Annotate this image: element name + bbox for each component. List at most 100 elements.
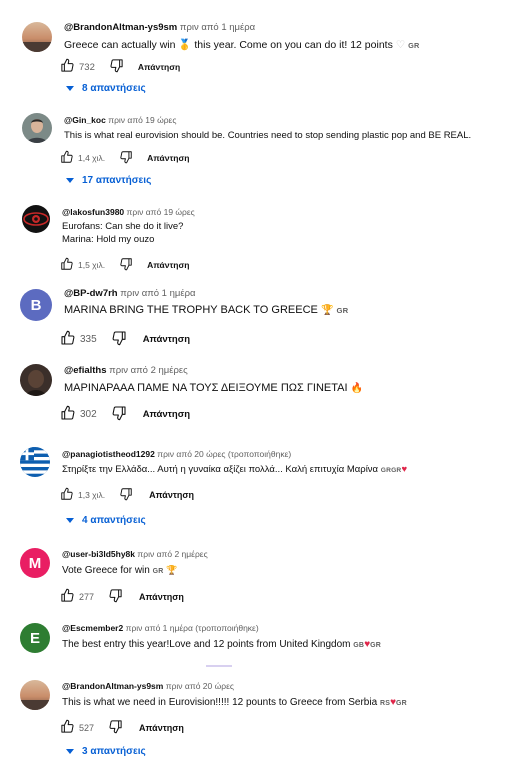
show-replies-button[interactable]: 8 απαντήσεις <box>66 83 146 94</box>
comment-time[interactable]: πριν από 20 ώρες <box>166 681 234 691</box>
reply-button[interactable]: Απάντηση <box>147 260 189 270</box>
comment-meta: @Gin_koc πριν από 19 ώρες <box>64 115 471 125</box>
dislike-icon[interactable] <box>109 58 124 76</box>
comment-meta: @BP-dw7rh πριν από 1 ημέρα <box>64 288 348 299</box>
comment-meta: @user-bi3ld5hy8k πριν από 2 ημέρες <box>62 549 208 559</box>
flag-gr: GR <box>370 642 382 650</box>
comment-text: Vote Greece for win GR 🏆 <box>62 565 178 577</box>
flag-gr: GRGR <box>380 467 402 475</box>
flag-rs: RS <box>379 700 391 708</box>
show-replies-button[interactable]: 4 απαντήσεις <box>66 515 146 526</box>
like-icon[interactable] <box>60 257 74 273</box>
show-replies-button[interactable]: 17 απαντήσεις <box>66 175 151 186</box>
dislike-icon[interactable] <box>119 257 133 273</box>
comment-actions: 277 Απάντηση <box>60 588 184 605</box>
comment-text: Eurofans: Can she do it live? Marina: Ho… <box>62 221 195 247</box>
comment-text: ΜΑΡΙΝΑΡΑΑΑ ΠΑΜΕ ΝΑ ΤΟΥΣ ΔΕΙΞΟΥΜΕ ΠΩΣ ΓΙΝ… <box>64 382 364 395</box>
like-icon[interactable] <box>60 150 74 166</box>
comment-text: The best entry this year!Love and 12 poi… <box>62 639 382 651</box>
comment-line: Eurofans: Can she do it live? <box>62 221 184 233</box>
like-icon[interactable] <box>60 405 76 424</box>
comment-time[interactable]: πριν από 2 ημέρες <box>109 365 188 376</box>
comment-meta: @BrandonAltman-ys9sm πριν από 20 ώρες <box>62 681 407 691</box>
comment-author[interactable]: @lakosfun3980 <box>62 207 124 217</box>
comment-time[interactable]: πριν από 1 ημέρα <box>180 22 255 33</box>
trophy-icon: 🏆 <box>320 305 334 317</box>
dark-photo-avatar[interactable] <box>20 364 52 396</box>
heart-icon: ♥ <box>401 464 408 476</box>
comment-text: This is what real eurovision should be. … <box>64 130 472 142</box>
reply-button[interactable]: Απάντηση <box>143 409 190 420</box>
dislike-icon[interactable] <box>108 719 123 736</box>
dislike-icon[interactable] <box>119 487 133 503</box>
dislike-icon[interactable] <box>111 330 127 349</box>
reply-button[interactable]: Απάντηση <box>147 153 189 163</box>
like-icon[interactable] <box>60 719 75 736</box>
flag-gr: GR <box>408 41 420 51</box>
comment-author[interactable]: @BrandonAltman-ys9sm <box>62 681 163 691</box>
comment-time[interactable]: πριν από 19 ώρες <box>127 207 195 217</box>
comment-time[interactable]: πριν από 20 ώρες (τροποποιήθηκε) <box>157 449 291 459</box>
greek-flag-avatar[interactable] <box>20 447 50 477</box>
chevron-down-icon <box>66 518 74 523</box>
comment-actions: 1,3 χιλ. Απάντηση <box>60 487 194 503</box>
like-count: 277 <box>79 591 95 602</box>
reply-button[interactable]: Απάντηση <box>138 62 180 72</box>
like-icon[interactable] <box>60 588 75 605</box>
trophy-icon: 🏆 <box>166 565 178 576</box>
comment-author[interactable]: @user-bi3ld5hy8k <box>62 549 135 559</box>
comment-author[interactable]: @efialths <box>64 365 107 376</box>
comment-author[interactable]: @BP-dw7rh <box>64 288 118 299</box>
heart-icon: ♡ <box>395 39 406 52</box>
reply-button[interactable]: Απάντηση <box>143 334 190 345</box>
show-replies-button[interactable]: 3 απαντήσεις <box>66 746 146 757</box>
comment-time[interactable]: πριν από 1 ημέρα (τροποποιήθηκε) <box>126 623 259 633</box>
comment-author[interactable]: @panagiotistheod1292 <box>62 449 155 459</box>
comment-meta: @Escmember2 πριν από 1 ημέρα (τροποποιήθ… <box>62 623 381 633</box>
fire-icon: 🔥 <box>350 383 364 395</box>
like-count: 335 <box>80 334 97 345</box>
comment-text: This is what we need in Eurovision!!!!! … <box>62 697 407 709</box>
dislike-icon[interactable] <box>119 150 133 166</box>
like-icon[interactable] <box>60 487 74 503</box>
like-count: 302 <box>80 409 97 420</box>
dislike-icon[interactable] <box>108 588 123 605</box>
reply-button[interactable]: Απάντηση <box>149 490 194 500</box>
letter-avatar[interactable]: E <box>20 623 50 653</box>
comment-time[interactable]: πριν από 19 ώρες <box>108 115 176 125</box>
divider <box>206 665 232 667</box>
letter-avatar[interactable]: B <box>20 289 52 321</box>
comment-actions: 527 Απάντηση <box>60 719 184 736</box>
comment-time[interactable]: πριν από 1 ημέρα <box>120 288 195 299</box>
comment-meta: @lakosfun3980 πριν από 19 ώρες <box>62 207 195 217</box>
like-icon[interactable] <box>60 58 75 76</box>
eye-avatar[interactable] <box>22 205 50 233</box>
comment-author[interactable]: @BrandonAltman-ys9sm <box>64 22 177 33</box>
comment-actions: 335 Απάντηση <box>60 330 190 349</box>
comment-author[interactable]: @Escmember2 <box>62 623 123 633</box>
person-photo-avatar[interactable] <box>22 113 52 143</box>
sunset-photo-avatar[interactable] <box>22 22 52 52</box>
like-icon[interactable] <box>60 330 76 349</box>
comment-time[interactable]: πριν από 2 ημέρες <box>137 549 207 559</box>
flag-gb: GB <box>353 642 365 650</box>
dislike-icon[interactable] <box>111 405 127 424</box>
chevron-down-icon <box>66 749 74 754</box>
comment-author[interactable]: @Gin_koc <box>64 115 106 125</box>
comment-text: Στηρίξτε την Ελλάδα... Αυτή η γυναίκα αξ… <box>62 464 408 476</box>
reply-button[interactable]: Απάντηση <box>139 592 184 602</box>
flag-gr: GR <box>336 306 349 316</box>
like-count: 1,3 χιλ. <box>78 490 106 500</box>
letter-avatar[interactable]: M <box>20 548 50 578</box>
like-count: 1,5 χιλ. <box>78 260 106 270</box>
sunset-photo-avatar[interactable] <box>20 680 50 710</box>
comment-text: MARINA BRING THE TROPHY BACK TO GREECE 🏆… <box>64 304 349 317</box>
comment-text: Greece can actually win 🥇 this year. Com… <box>64 39 420 52</box>
comment-meta: @panagiotistheod1292 πριν από 20 ώρες (τ… <box>62 449 407 459</box>
flag-gr: GR <box>152 568 164 576</box>
reply-button[interactable]: Απάντηση <box>139 723 184 733</box>
comment-actions: 732 Απάντηση <box>60 58 180 76</box>
like-count: 527 <box>79 722 95 733</box>
comment-actions: 302 Απάντηση <box>60 405 190 424</box>
comment-meta: @BrandonAltman-ys9sm πριν από 1 ημέρα <box>64 22 420 33</box>
